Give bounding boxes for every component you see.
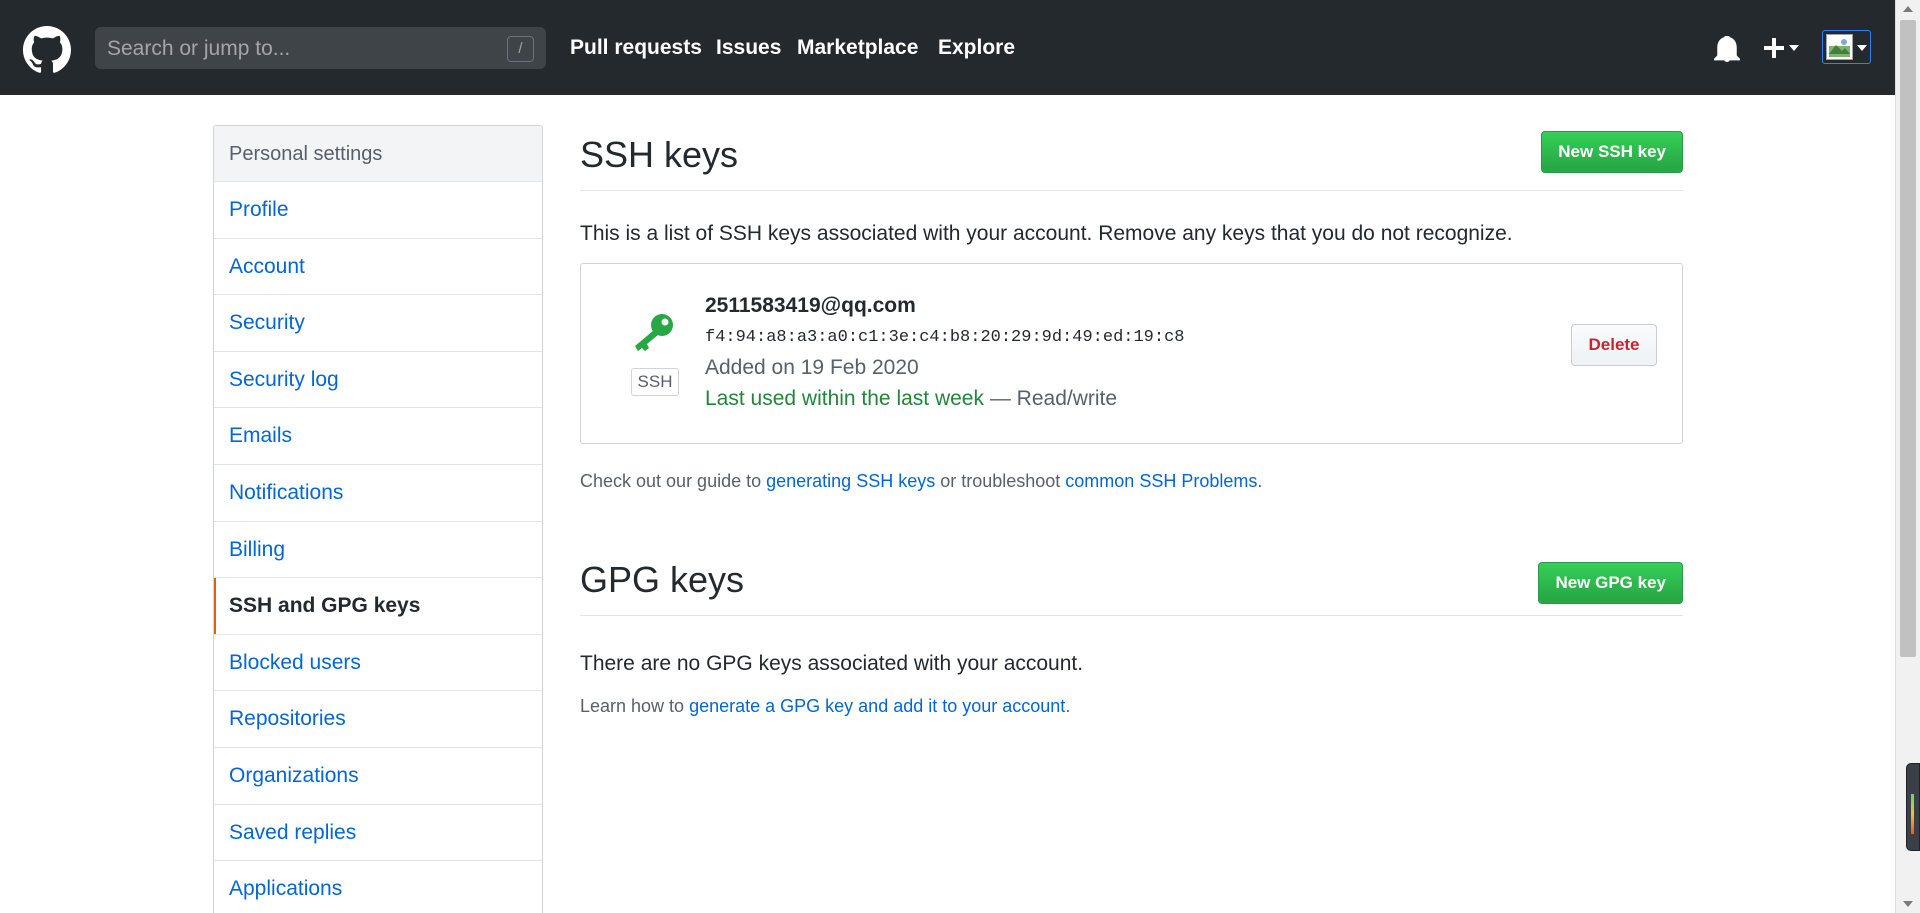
ssh-key-fingerprint: f4:94:a8:a3:a0:c1:3e:c4:b8:20:29:9d:49:e… [705, 328, 1185, 347]
sidebar-item-security[interactable]: Security [214, 295, 542, 352]
scroll-up-arrow-icon[interactable] [1903, 6, 1913, 12]
chevron-down-icon [1857, 45, 1867, 51]
scroll-thumb[interactable] [1900, 20, 1916, 657]
gpg-learn-suffix: . [1065, 696, 1071, 716]
search-shortcut-key: / [507, 36, 534, 62]
sidebar-item-saved-replies[interactable]: Saved replies [214, 805, 542, 862]
main-content: SSH keys New SSH key This is a list of S… [580, 125, 1683, 716]
sidebar-item-emails[interactable]: Emails [214, 408, 542, 465]
ssh-guide-text: Check out our guide to generating SSH ke… [580, 471, 1262, 492]
sidebar-item-blocked-users[interactable]: Blocked users [214, 635, 542, 692]
ssh-key-usage: Last used within the last week — Read/wr… [705, 387, 1117, 411]
nav-explore[interactable]: Explore [938, 36, 1015, 60]
sidebar-item-notifications[interactable]: Notifications [214, 465, 542, 522]
plus-icon[interactable] [1759, 33, 1801, 63]
ssh-intro-text: This is a list of SSH keys associated wi… [580, 222, 1513, 245]
gpg-section-title: GPG keys [580, 559, 745, 600]
level-meter-icon [1911, 794, 1914, 834]
side-panel-widget[interactable] [1906, 763, 1920, 851]
ssh-key-access: — Read/write [984, 387, 1118, 410]
delete-ssh-key-button[interactable]: Delete [1571, 324, 1657, 366]
sidebar-item-profile[interactable]: Profile [214, 182, 542, 239]
avatar-image-icon [1826, 34, 1853, 60]
common-ssh-problems-link[interactable]: common SSH Problems [1065, 471, 1257, 491]
generating-ssh-keys-link[interactable]: generating SSH keys [766, 471, 935, 491]
scroll-down-arrow-icon[interactable] [1903, 901, 1913, 907]
sidebar-item-billing[interactable]: Billing [214, 522, 542, 579]
ssh-key-last-used: Last used within the last week [705, 387, 984, 410]
key-icon [635, 314, 673, 351]
generate-gpg-key-link[interactable]: generate a GPG key and add it to your ac… [689, 696, 1065, 716]
ssh-key-title: 2511583419@qq.com [705, 294, 916, 317]
sidebar-item-account[interactable]: Account [214, 239, 542, 296]
nav-issues[interactable]: Issues [716, 36, 781, 60]
nav-marketplace[interactable]: Marketplace [797, 36, 918, 60]
guide-suffix: . [1257, 471, 1263, 491]
top-header: Search or jump to... / Pull requests Iss… [0, 0, 1895, 95]
github-logo-icon[interactable] [23, 26, 71, 74]
ssh-section-header: SSH keys New SSH key [580, 125, 1683, 191]
search-input[interactable]: Search or jump to... / [95, 27, 546, 69]
ssh-key-added-date: Added on 19 Feb 2020 [705, 356, 919, 379]
new-ssh-key-button[interactable]: New SSH key [1541, 131, 1683, 173]
sidebar-title: Personal settings [214, 126, 542, 182]
settings-sidebar: Personal settings Profile Account Securi… [213, 125, 543, 913]
sidebar-item-applications[interactable]: Applications [214, 861, 542, 913]
new-gpg-key-button[interactable]: New GPG key [1538, 562, 1683, 604]
guide-prefix: Check out our guide to [580, 471, 767, 491]
gpg-learn-prefix: Learn how to [580, 696, 690, 716]
guide-middle: or troubleshoot [935, 471, 1066, 491]
gpg-learn-text: Learn how to generate a GPG key and add … [580, 696, 1070, 717]
sidebar-item-organizations[interactable]: Organizations [214, 748, 542, 805]
nav-pull-requests[interactable]: Pull requests [570, 36, 702, 60]
ssh-key-item: SSH 2511583419@qq.com f4:94:a8:a3:a0:c1:… [580, 263, 1683, 444]
search-placeholder: Search or jump to... [107, 37, 291, 60]
ssh-badge: SSH [631, 368, 679, 396]
gpg-section-header: GPG keys New GPG key [580, 550, 1683, 616]
sidebar-item-security-log[interactable]: Security log [214, 352, 542, 409]
avatar-menu[interactable] [1822, 30, 1871, 64]
sidebar-item-repositories[interactable]: Repositories [214, 691, 542, 748]
bell-icon[interactable] [1714, 36, 1740, 62]
ssh-section-title: SSH keys [580, 134, 739, 175]
sidebar-item-ssh-gpg-keys[interactable]: SSH and GPG keys [214, 578, 542, 635]
gpg-empty-text: There are no GPG keys associated with yo… [580, 652, 1084, 675]
